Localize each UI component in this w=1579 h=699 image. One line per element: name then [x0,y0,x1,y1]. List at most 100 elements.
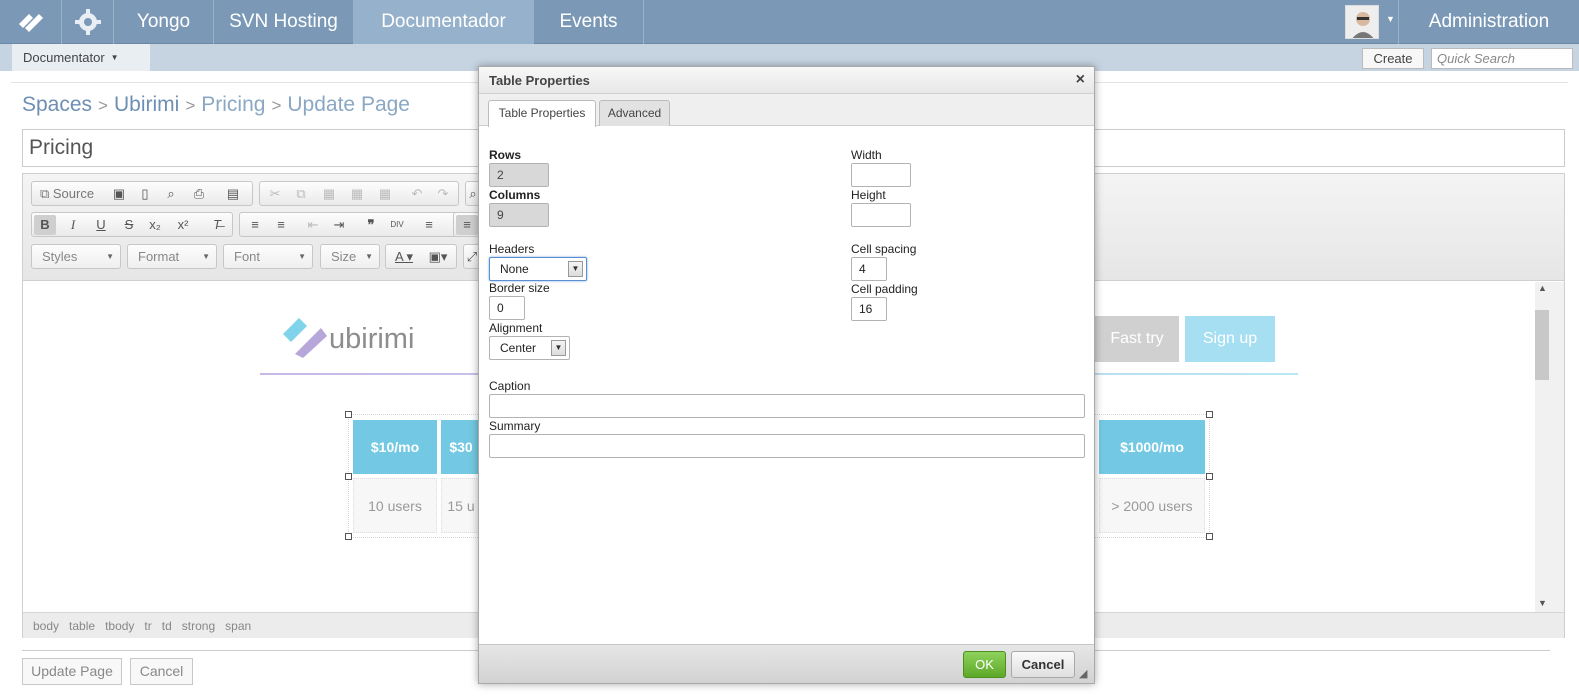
path-item[interactable]: tr [144,619,151,633]
chevron-down-icon[interactable]: ▼ [1386,14,1395,24]
background-color-icon[interactable]: ▣▾ [424,247,452,267]
nav-administration[interactable]: Administration [1398,0,1579,44]
numbered-list-icon[interactable]: ≡ [244,215,266,235]
cut-icon[interactable]: ✂ [264,184,286,204]
path-item[interactable]: strong [182,619,215,633]
toolbar-group-document: ⧉ Source ▣ ▯ ⌕ ⎙ ▤ [31,181,253,206]
toolbar-group-colors: A ▾ ▣▾ [385,244,457,269]
alignment-select[interactable]: Center ▼ [489,336,570,360]
save-icon[interactable]: ▣ [108,184,130,204]
cancel-button[interactable]: Cancel [130,658,193,685]
caption-field[interactable] [489,394,1085,418]
fast-try-button[interactable]: Fast try [1095,316,1179,362]
quick-search-input[interactable]: Quick Search [1431,48,1573,69]
path-item[interactable]: span [225,619,251,633]
ubirimi-logo: ubirimi [281,314,414,358]
subscript-icon[interactable]: x₂ [144,215,166,235]
nav-tab-yongo[interactable]: Yongo [114,0,214,44]
undo-icon[interactable]: ↶ [406,184,428,204]
styles-select[interactable]: Styles ▼ [31,244,121,269]
price-cell[interactable]: $1000/mo [1099,420,1205,474]
tab-table-properties[interactable]: Table Properties [488,100,596,127]
align-center-icon[interactable]: ≡ [456,215,478,235]
templates-icon[interactable]: ▤ [222,184,244,204]
users-cell[interactable]: > 2000 users [1099,478,1205,533]
columns-field: 9 [489,203,549,227]
resize-handle[interactable] [345,473,352,480]
paste-text-icon[interactable]: ▦ [346,184,368,204]
yongo-logo-icon[interactable] [0,0,62,44]
format-label: Format [138,249,180,264]
breadcrumb-ubirimi[interactable]: Ubirimi [114,93,179,116]
copy-icon[interactable]: ⧉ [290,184,312,204]
resize-handle[interactable] [345,411,352,418]
text-color-icon[interactable]: A ▾ [390,247,418,267]
underline-icon[interactable]: U [90,215,112,235]
font-label: Font [234,249,261,264]
redo-icon[interactable]: ↷ [432,184,454,204]
path-item[interactable]: body [33,619,59,633]
nav-tab-documentador[interactable]: Documentador [354,0,534,44]
price-cell[interactable]: $30 [441,420,481,474]
format-select[interactable]: Format ▼ [127,244,217,269]
strikethrough-icon[interactable]: S [118,215,140,235]
dialog-cancel-button[interactable]: Cancel [1011,651,1075,678]
summary-field[interactable] [489,434,1085,458]
columns-label: Columns [489,188,541,202]
resize-grip-icon[interactable]: ◢ [1079,667,1087,680]
headers-select[interactable]: None ▼ [489,257,587,281]
source-button[interactable]: ⧉ Source [35,184,99,204]
nav-tab-svn-hosting[interactable]: SVN Hosting [214,0,354,44]
create-div-icon[interactable]: DIV [386,215,408,235]
outdent-icon[interactable]: ⇤ [302,215,324,235]
breadcrumb-spaces[interactable]: Spaces [22,93,92,116]
cell-spacing-field[interactable]: 4 [851,257,887,281]
nav-tab-events[interactable]: Events [534,0,644,44]
create-button[interactable]: Create [1362,48,1424,69]
gear-icon[interactable] [62,0,114,44]
caption-label: Caption [489,379,531,393]
path-item[interactable]: table [69,619,95,633]
align-left-icon[interactable]: ≡ [418,215,440,235]
close-icon[interactable]: × [1076,67,1085,92]
dialog-header[interactable]: Table Properties × [479,67,1094,94]
price-cell[interactable]: $10/mo [353,420,437,474]
resize-handle[interactable] [1206,533,1213,540]
editor-scrollbar[interactable]: ▲ ▼ [1535,282,1564,612]
ok-button[interactable]: OK [963,651,1006,678]
italic-icon[interactable]: I [62,215,84,235]
scroll-up-icon[interactable]: ▲ [1538,283,1547,293]
scroll-down-icon[interactable]: ▼ [1538,598,1547,608]
resize-handle[interactable] [1206,473,1213,480]
users-cell[interactable]: 15 u [441,478,481,533]
remove-format-icon[interactable]: T̶ [206,215,228,235]
border-size-field[interactable]: 0 [489,296,525,320]
superscript-icon[interactable]: x² [172,215,194,235]
path-item[interactable]: td [162,619,172,633]
paste-word-icon[interactable]: ▦ [374,184,396,204]
indent-icon[interactable]: ⇥ [328,215,350,235]
blockquote-icon[interactable]: ❞ [360,215,382,235]
space-menu[interactable]: Documentator ▼ [12,44,150,71]
breadcrumb-pricing[interactable]: Pricing [201,93,265,116]
size-select[interactable]: Size ▼ [320,244,380,269]
print-icon[interactable]: ⎙ [188,184,210,204]
cell-padding-field[interactable]: 16 [851,297,887,321]
sign-up-button[interactable]: Sign up [1185,316,1275,362]
resize-handle[interactable] [345,533,352,540]
paste-icon[interactable]: ▦ [318,184,340,204]
update-page-button[interactable]: Update Page [22,658,122,685]
users-cell[interactable]: 10 users [353,478,437,533]
width-field[interactable] [851,163,911,187]
bulleted-list-icon[interactable]: ≡ [270,215,292,235]
tab-advanced[interactable]: Advanced [599,100,670,126]
preview-icon[interactable]: ⌕ [160,184,182,204]
path-item[interactable]: tbody [105,619,134,633]
scrollbar-thumb[interactable] [1535,310,1549,380]
resize-handle[interactable] [1206,411,1213,418]
font-select[interactable]: Font ▼ [223,244,313,269]
new-page-icon[interactable]: ▯ [134,184,156,204]
height-field[interactable] [851,203,911,227]
avatar[interactable] [1345,5,1379,39]
bold-icon[interactable]: B [34,215,56,235]
